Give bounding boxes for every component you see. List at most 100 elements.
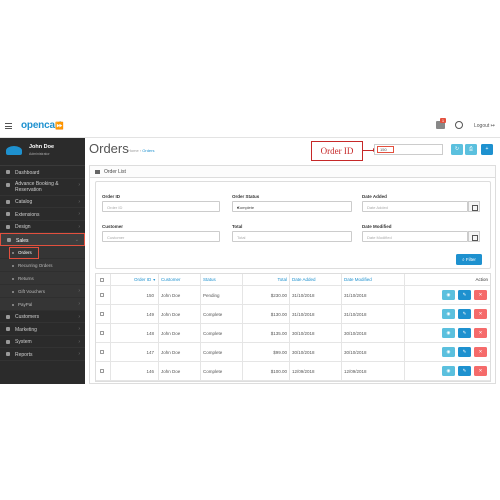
calendar-icon[interactable] xyxy=(468,201,480,212)
cell-total: $100.00 xyxy=(270,368,287,374)
row-checkbox[interactable] xyxy=(100,362,104,380)
date-modified-field[interactable]: Date Modified xyxy=(362,231,468,242)
order-status-label: Order Status xyxy=(232,194,260,199)
row-checkbox[interactable] xyxy=(100,305,104,323)
order-status-select[interactable]: Complete ▾ xyxy=(232,201,352,212)
sidebar-subitem-recurring-orders[interactable]: Recurring Orders xyxy=(0,258,85,272)
delete-button[interactable]: ✕ xyxy=(474,328,487,338)
table-row: 150 John Doe Pending $230.00 31/10/2018 31/10… xyxy=(96,286,490,305)
bullet-icon xyxy=(12,264,14,267)
customer-label: Customer xyxy=(102,224,124,229)
customer-field[interactable]: Customer xyxy=(102,231,220,242)
logout-link[interactable]: Logout ↦ xyxy=(474,123,495,129)
cell-order-id: 150 xyxy=(146,292,154,298)
sidebar-item-label: Sales xyxy=(16,237,29,244)
sidebar-item-system[interactable]: System › xyxy=(0,335,85,348)
cell-status: Complete xyxy=(203,349,223,355)
column-status[interactable]: Status xyxy=(203,274,216,285)
column-customer[interactable]: Customer xyxy=(161,274,181,285)
help-icon[interactable] xyxy=(455,121,463,129)
date-added-field[interactable]: Date Added xyxy=(362,201,468,212)
delete-button[interactable]: ✕ xyxy=(474,347,487,357)
cell-status: Complete xyxy=(203,330,223,336)
row-checkbox[interactable] xyxy=(100,324,104,342)
eye-icon: ◉ xyxy=(446,330,451,335)
add-button[interactable]: + xyxy=(481,144,493,155)
eye-icon: ◉ xyxy=(446,311,451,316)
column-action: Action xyxy=(475,277,488,282)
row-checkbox[interactable] xyxy=(100,286,104,304)
order-id-field[interactable]: Order ID xyxy=(102,201,220,212)
select-all-checkbox[interactable] xyxy=(100,274,104,285)
trash-icon: ✕ xyxy=(478,349,483,354)
sidebar-item-advance-booking[interactable]: Advance Booking & Reservation › xyxy=(0,178,85,196)
cell-date-modified: 31/10/2018 xyxy=(344,311,367,317)
cell-total: $130.00 xyxy=(270,311,287,317)
edit-button[interactable]: ✎ xyxy=(458,290,471,300)
sidebar-subitem-paypal[interactable]: PayPal › xyxy=(0,297,85,311)
chevron-right-icon: › xyxy=(78,223,80,230)
chevron-right-icon: › xyxy=(78,211,80,217)
column-date-added[interactable]: Date Added xyxy=(292,274,316,285)
orders-table: Order ID ▼ Customer Status Total Date Ad… xyxy=(95,273,491,382)
sidebar-item-label: System xyxy=(15,339,32,345)
order-list-panel: Order List Order ID Order ID Order Statu… xyxy=(89,165,496,384)
cell-order-id: 147 xyxy=(146,349,154,355)
date-added-label: Date Added xyxy=(362,194,387,199)
pencil-icon: ✎ xyxy=(462,349,467,354)
sidebar-item-customers[interactable]: Customers › xyxy=(0,310,85,323)
sidebar-item-extensions[interactable]: Extensions › xyxy=(0,208,85,221)
sidebar-subitem-label: Orders xyxy=(18,249,32,255)
sidebar-item-sales[interactable]: Sales ⌄ xyxy=(0,233,85,246)
view-button[interactable]: ◉ xyxy=(442,366,455,376)
delete-button[interactable]: ✕ xyxy=(474,366,487,376)
profile-role: Administrator xyxy=(29,152,50,156)
order-id-quick-search[interactable]: 150 xyxy=(374,144,443,155)
menu-toggle-icon[interactable] xyxy=(5,123,12,129)
edit-button[interactable]: ✎ xyxy=(458,309,471,319)
cell-customer: John Doe xyxy=(161,292,181,298)
column-order-id[interactable]: Order ID ▼ xyxy=(110,274,156,285)
sidebar-subitem-gift-vouchers[interactable]: Gift Vouchers › xyxy=(0,284,85,298)
delete-button[interactable]: ✕ xyxy=(474,309,487,319)
calendar-icon[interactable] xyxy=(468,231,480,242)
breadcrumb-home[interactable]: Home xyxy=(128,148,139,153)
sidebar-item-design[interactable]: Design › xyxy=(0,220,85,233)
row-checkbox[interactable] xyxy=(100,343,104,361)
cell-date-added: 31/10/2018 xyxy=(292,311,315,317)
edit-button[interactable]: ✎ xyxy=(458,347,471,357)
column-date-modified[interactable]: Date Modified xyxy=(344,274,372,285)
print-button[interactable]: ⎙ xyxy=(465,144,477,155)
view-button[interactable]: ◉ xyxy=(442,328,455,338)
delete-button[interactable]: ✕ xyxy=(474,290,487,300)
refresh-button[interactable]: ↻ xyxy=(451,144,463,155)
edit-button[interactable]: ✎ xyxy=(458,366,471,376)
chevron-right-icon: › xyxy=(78,351,80,357)
trash-icon: ✕ xyxy=(478,311,483,316)
view-button[interactable]: ◉ xyxy=(442,290,455,300)
view-button[interactable]: ◉ xyxy=(442,309,455,319)
filter-button[interactable]: ⌕ Filter xyxy=(456,254,482,265)
sidebar-item-catalog[interactable]: Catalog › xyxy=(0,195,85,208)
view-button[interactable]: ◉ xyxy=(442,347,455,357)
edit-button[interactable]: ✎ xyxy=(458,328,471,338)
column-total[interactable]: Total xyxy=(242,274,287,285)
sidebar-subitem-returns[interactable]: Returns xyxy=(0,271,85,285)
calendar-icon xyxy=(6,182,10,187)
bullet-icon xyxy=(12,251,14,254)
filter-panel: Order ID Order ID Order Status Complete … xyxy=(95,181,491,269)
cell-date-added: 30/10/2018 xyxy=(292,349,315,355)
sidebar-item-marketing[interactable]: Marketing › xyxy=(0,323,85,336)
sidebar-subitem-label: PayPal xyxy=(18,301,33,307)
pencil-icon: ✎ xyxy=(462,330,467,335)
total-field[interactable]: Total xyxy=(232,231,352,242)
cell-date-modified: 31/10/2018 xyxy=(344,292,367,298)
sidebar-subitem-orders[interactable]: Orders xyxy=(0,245,85,259)
sidebar-item-reports[interactable]: Reports › xyxy=(0,348,85,361)
breadcrumb-orders[interactable]: Orders xyxy=(142,148,154,153)
date-modified-placeholder: Date Modified xyxy=(367,235,392,240)
sidebar-item-dashboard[interactable]: Dashboard xyxy=(0,166,85,179)
sidebar-item-label: Reports xyxy=(15,351,33,358)
user-profile[interactable]: John Doe Administrator xyxy=(0,138,85,166)
panel-title: Order List xyxy=(104,169,126,175)
